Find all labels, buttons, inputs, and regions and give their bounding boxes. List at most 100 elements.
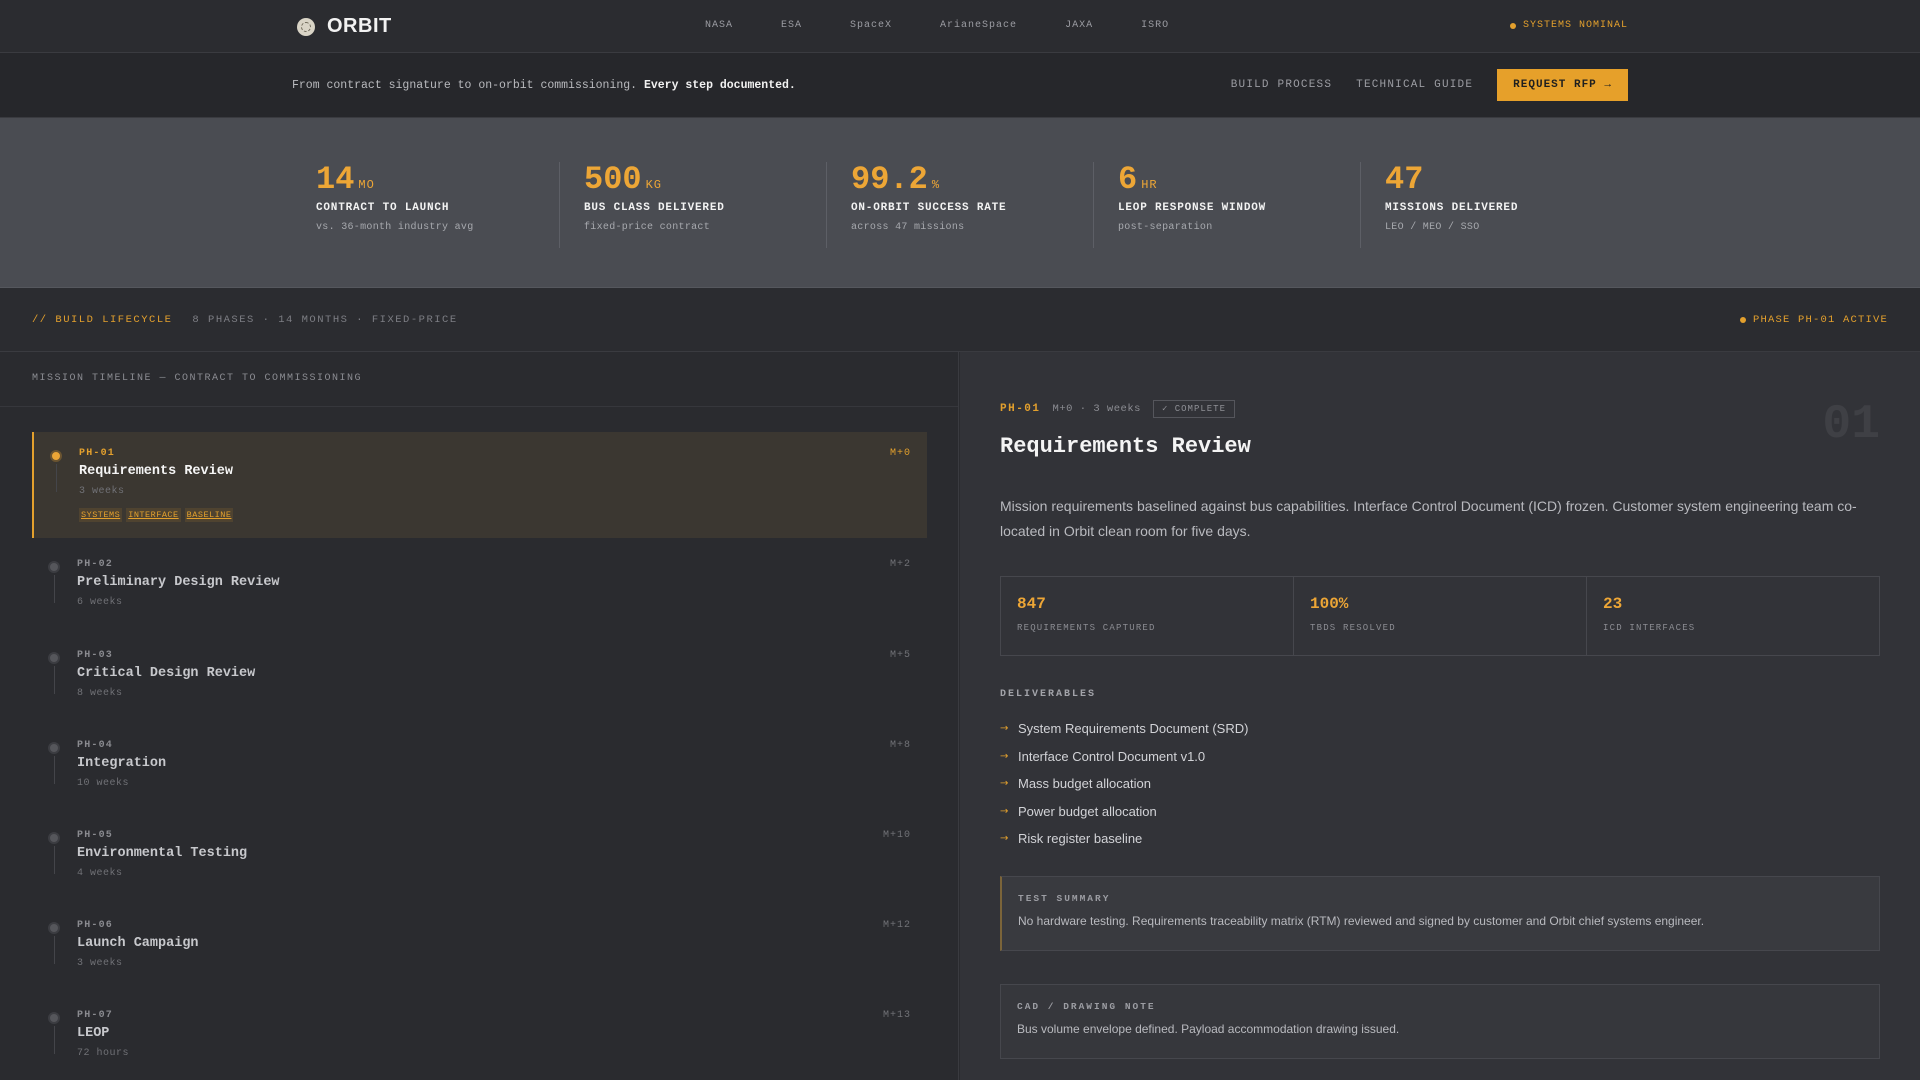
phase-marker-icon (48, 832, 60, 844)
request-rfp-button[interactable]: REQUEST RFP → (1497, 69, 1628, 101)
status-dot-icon (1509, 22, 1516, 29)
top-nav: ORBIT NASA ESA SpaceX ArianeSpace JAXA I… (0, 0, 1920, 53)
stat-label: CONTRACT TO LAUNCH (316, 202, 450, 214)
build-process-link[interactable]: BUILD PROCESS (1231, 79, 1332, 91)
phase-month: M+12 (882, 920, 911, 931)
stat-value: 6 (1118, 161, 1138, 198)
phase-item-ph-04[interactable]: PH-04 M+8 Integration 10 weeks (32, 724, 927, 804)
metric-value: 23 (1603, 595, 1623, 613)
detail-metrics: 847 REQUIREMENTS CAPTURED 100% TBDS RESO… (1000, 576, 1880, 656)
stat-label: MISSIONS DELIVERED (1385, 202, 1519, 214)
phase-marker-icon (48, 652, 60, 664)
stats-band: 14 MO CONTRACT TO LAUNCH vs. 36-month ind… (0, 118, 1920, 288)
tagline-emphasis: Every step documented. (643, 79, 796, 92)
phase-item-ph-02[interactable]: PH-02 M+2 Preliminary Design Review 6 we… (32, 543, 927, 623)
phase-item-ph-06[interactable]: PH-06 M+12 Launch Campaign 3 weeks (32, 904, 927, 984)
timeline-heading: MISSION TIMELINE — CONTRACT TO COMMISSIO… (0, 352, 958, 407)
status-badge: ✓ COMPLETE (1152, 400, 1235, 418)
phase-id: PH-02 (77, 559, 114, 570)
phase-item-ph-03[interactable]: PH-03 M+5 Critical Design Review 8 weeks (32, 634, 927, 714)
timeline-connector (54, 1026, 55, 1054)
phase-item-ph-01[interactable]: PH-01 M+0 Requirements Review 3 weeks SY… (32, 432, 927, 538)
phase-duration: 8 weeks (77, 688, 123, 699)
timeline-connector (54, 666, 55, 694)
phase-duration: 4 weeks (77, 868, 123, 879)
test-summary-text: No hardware testing. Requirements tracea… (1018, 914, 1705, 928)
partner-isro: ISRO (1141, 20, 1170, 31)
mission-timeline: MISSION TIMELINE — CONTRACT TO COMMISSIO… (0, 352, 959, 1080)
cad-note-heading: CAD / DRAWING NOTE (1017, 1001, 1156, 1012)
phase-marker-icon (48, 1012, 60, 1024)
phase-marker-icon (48, 742, 60, 754)
stat-subtext: LEO / MEO / SSO (1385, 222, 1480, 233)
phase-name: Integration (77, 756, 167, 771)
system-status: SYSTEMS NOMINAL (1509, 20, 1628, 31)
metric-value: 847 (1017, 595, 1046, 613)
stat-unit: HR (1141, 178, 1158, 192)
cad-note-box: CAD / DRAWING NOTE Bus volume envelope d… (1000, 984, 1880, 1059)
stat-label: LEOP RESPONSE WINDOW (1118, 202, 1267, 214)
phase-name: Launch Campaign (77, 936, 199, 951)
phase-tag: INTERFACE (126, 508, 181, 522)
brand-name: ORBIT (327, 15, 392, 37)
phase-month: M+10 (882, 830, 911, 841)
phase-name: Environmental Testing (77, 846, 248, 861)
stat-success-rate: 99.2% ON-ORBIT SUCCESS RATE across 47 mi… (826, 162, 1093, 248)
test-summary-heading: TEST SUMMARY (1018, 893, 1111, 904)
metric-value: 100% (1310, 595, 1349, 613)
phase-name: Preliminary Design Review (77, 575, 280, 590)
phase-id: PH-05 (77, 830, 114, 841)
technical-guide-link[interactable]: TECHNICAL GUIDE (1356, 79, 1473, 91)
phase-item-ph-05[interactable]: PH-05 M+10 Environmental Testing 4 weeks (32, 814, 927, 894)
phase-duration: 6 weeks (77, 597, 123, 608)
partner-spacex: SpaceX (850, 20, 893, 31)
metric-label: TBDS RESOLVED (1310, 623, 1396, 633)
stat-missions-delivered: 47 MISSIONS DELIVERED LEO / MEO / SSO (1360, 162, 1627, 248)
phase-duration: 3 weeks (79, 486, 125, 497)
timeline-connector (54, 575, 55, 603)
metric-tbds: 100% TBDS RESOLVED (1294, 577, 1587, 655)
timeline-connector (54, 936, 55, 964)
stat-label: ON-ORBIT SUCCESS RATE (851, 202, 1007, 214)
test-summary-box: TEST SUMMARY No hardware testing. Requir… (1000, 876, 1880, 951)
sub-header: From contract signature to on-orbit comm… (0, 53, 1920, 118)
timeline-connector (54, 756, 55, 784)
stat-value: 500 (584, 161, 642, 198)
arrow-right-icon: → (1000, 805, 1009, 817)
cad-note-text: Bus volume envelope defined. Payload acc… (1017, 1022, 1400, 1036)
deliverables-heading: DELIVERABLES (1000, 689, 1097, 700)
brand-logo[interactable]: ORBIT (297, 15, 392, 38)
stat-unit: MO (358, 178, 375, 192)
phase-detail-panel: 01 PH-01 M+0 · 3 weeks ✓ COMPLETE Requir… (960, 352, 1920, 1080)
stat-value: 14 (316, 161, 355, 198)
deliverable-item: → Interface Control Document v1.0 (1000, 743, 1248, 771)
sub-nav: BUILD PROCESS TECHNICAL GUIDE REQUEST RF… (1231, 69, 1628, 101)
detail-title: Requirements Review (1000, 434, 1251, 459)
lifecycle-heading: // BUILD LIFECYCLE (32, 314, 173, 326)
deliverable-item: → System Requirements Document (SRD) (1000, 715, 1248, 743)
stat-unit: % (931, 178, 941, 192)
deliverable-item: → Mass budget allocation (1000, 770, 1248, 798)
phase-duration: 3 weeks (77, 958, 123, 969)
stat-subtext: vs. 36-month industry avg (316, 222, 474, 233)
stat-subtext: fixed-price contract (584, 222, 711, 233)
phase-name: Requirements Review (79, 464, 233, 479)
phase-month: M+5 (889, 650, 911, 661)
phase-marker-icon (48, 561, 60, 573)
phase-month: M+8 (889, 740, 911, 751)
metric-icd-interfaces: 23 ICD INTERFACES (1587, 577, 1879, 655)
deliverable-text: Risk register baseline (1018, 831, 1143, 847)
partner-nasa: NASA (705, 20, 734, 31)
phase-item-ph-07[interactable]: PH-07 M+13 LEOP 72 hours (32, 994, 927, 1074)
stat-value: 47 (1385, 161, 1424, 198)
phase-tags: SYSTEMS INTERFACE BASELINE (79, 508, 234, 522)
phase-id: PH-04 (77, 740, 114, 751)
phase-name: Critical Design Review (77, 666, 256, 681)
phase-id: PH-07 (77, 1010, 114, 1021)
lifecycle-meta: 8 PHASES · 14 MONTHS · FIXED-PRICE (192, 314, 458, 326)
status-dot-icon (1739, 317, 1746, 323)
phase-month: M+13 (882, 1010, 911, 1021)
phase-number-watermark: 01 (1822, 398, 1880, 452)
stat-unit: KG (645, 178, 663, 192)
timeline-connector (56, 464, 57, 492)
